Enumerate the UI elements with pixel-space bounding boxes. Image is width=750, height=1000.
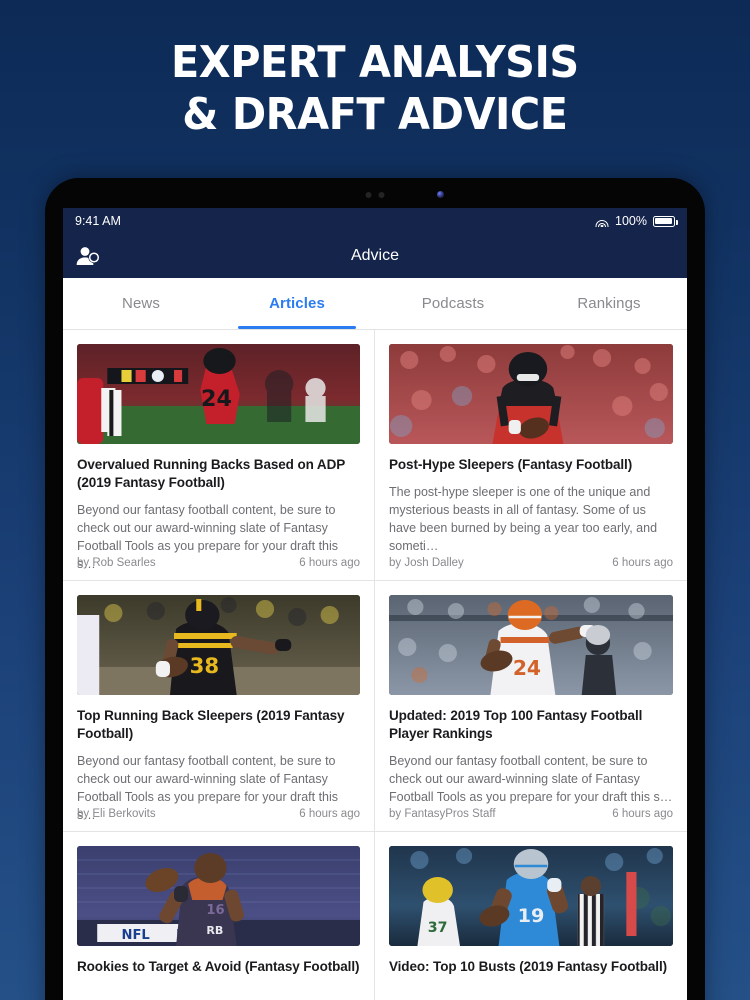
article-meta: by FantasyPros Staff 6 hours ago <box>389 808 673 820</box>
sensor-dots <box>365 192 385 198</box>
promo-banner: Expert Analysis & Draft Advice <box>0 0 750 178</box>
svg-text:NFL: NFL <box>121 928 149 943</box>
article-timestamp: 6 hours ago <box>612 557 673 569</box>
promo-headline-line-1: Expert Analysis <box>171 37 579 89</box>
sensor-dot-icon <box>365 192 372 198</box>
falcons-running-back-24-photo: 24 <box>77 344 360 444</box>
tab-news-label: News <box>122 295 160 312</box>
article-card[interactable]: 24 Updated: 2019 Top 100 Fantasy Footbal… <box>375 581 687 832</box>
article-author: by Rob Searles <box>77 557 156 569</box>
page-title: Advice <box>350 247 400 264</box>
wifi-icon <box>595 216 609 227</box>
battery-percent-label: 100% <box>615 214 647 228</box>
tab-rankings-label: Rankings <box>577 295 641 312</box>
battery-full-icon <box>653 215 678 227</box>
tab-news[interactable]: News <box>63 278 219 329</box>
svg-text:24: 24 <box>513 656 541 680</box>
article-author: by Josh Dalley <box>389 557 464 569</box>
tab-articles[interactable]: Articles <box>219 278 375 329</box>
article-title: Overvalued Running Backs Based on ADP (2… <box>77 457 345 490</box>
article-timestamp: 6 hours ago <box>299 808 360 820</box>
buccaneers-quarterback-photo <box>389 344 673 444</box>
status-bar: 9:41 AM 100% <box>63 208 687 234</box>
lions-receiver-19-photo: 19 37 <box>389 846 673 946</box>
article-title: Top Running Back Sleepers (2019 Fantasy … <box>77 708 345 741</box>
article-list-scroll-area[interactable]: 24 Overvalued Running Backs Based on ADP… <box>63 330 687 1000</box>
status-bar-right: 100% <box>595 214 678 228</box>
tab-podcasts-label: Podcasts <box>421 295 485 312</box>
article-excerpt: Beyond our fantasy football content, be … <box>389 753 673 805</box>
article-meta: by Rob Searles 6 hours ago <box>77 557 360 569</box>
article-card[interactable]: NFL Ne 16 RB <box>63 832 375 1000</box>
article-title: Updated: 2019 Top 100 Fantasy Football P… <box>389 708 643 741</box>
article-card[interactable]: 38 Top Running Back Sleepers (2019 Fanta <box>63 581 375 832</box>
article-timestamp: 6 hours ago <box>612 808 673 820</box>
svg-text:19: 19 <box>518 904 545 927</box>
browns-running-back-photo: 24 <box>389 595 673 695</box>
front-camera-icon <box>437 191 444 198</box>
article-card[interactable]: 19 37 Video: Top 10 Busts (2019 Fantasy … <box>375 832 687 1000</box>
article-card[interactable]: 24 Overvalued Running Backs Based on ADP… <box>63 330 375 581</box>
article-title: Rookies to Target & Avoid (Fantasy Footb… <box>77 959 360 974</box>
nfl-combine-rb-catching-photo: NFL Ne 16 RB <box>77 846 360 946</box>
content-tab-bar: News Articles Podcasts Rankings <box>63 278 687 330</box>
svg-text:RB: RB <box>206 924 223 937</box>
article-title: Video: Top 10 Busts (2019 Fantasy Footba… <box>389 959 668 974</box>
ipad-device-frame: 9:41 AM 100% Advice News Articles Podcas… <box>45 178 705 1000</box>
promo-headline-line-2: & Draft Advice <box>182 89 568 140</box>
status-bar-time: 9:41 AM <box>75 214 121 228</box>
person-badge-icon[interactable] <box>75 244 101 268</box>
app-navigation-bar: Advice <box>63 234 687 278</box>
steelers-running-back-38-photo: 38 <box>77 595 360 695</box>
article-timestamp: 6 hours ago <box>299 557 360 569</box>
article-meta: by Josh Dalley 6 hours ago <box>389 557 673 569</box>
svg-text:16: 16 <box>206 903 224 918</box>
article-meta: by Eli Berkovits 6 hours ago <box>77 808 360 820</box>
tab-rankings[interactable]: Rankings <box>531 278 687 329</box>
article-author: by Eli Berkovits <box>77 808 156 820</box>
svg-text:24: 24 <box>201 386 232 412</box>
device-bezel-top <box>45 178 705 208</box>
article-title: Post-Hype Sleepers (Fantasy Football) <box>389 457 633 472</box>
tab-articles-label: Articles <box>269 295 325 312</box>
article-excerpt: The post-hype sleeper is one of the uniq… <box>389 484 658 554</box>
sensor-dot-icon <box>378 192 385 198</box>
device-screen: 9:41 AM 100% Advice News Articles Podcas… <box>63 208 687 1000</box>
article-card[interactable]: Post-Hype Sleepers (Fantasy Football) Th… <box>375 330 687 581</box>
svg-text:37: 37 <box>428 920 448 936</box>
article-grid: 24 Overvalued Running Backs Based on ADP… <box>63 330 687 1000</box>
tab-podcasts[interactable]: Podcasts <box>375 278 531 329</box>
svg-text:38: 38 <box>190 653 220 678</box>
article-author: by FantasyPros Staff <box>389 808 496 820</box>
